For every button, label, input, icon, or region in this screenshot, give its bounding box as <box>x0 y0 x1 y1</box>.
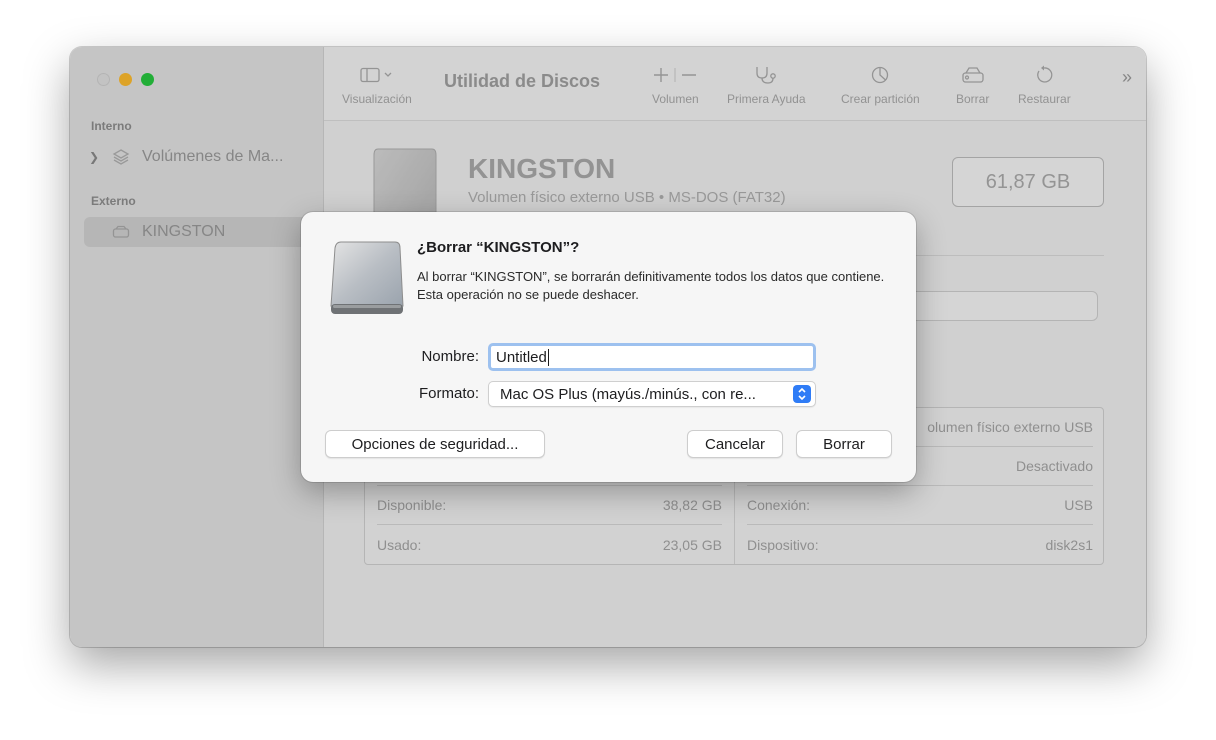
external-drive-icon <box>329 240 405 318</box>
security-options-button[interactable]: Opciones de seguridad... <box>325 430 545 458</box>
text-caret <box>547 348 549 366</box>
format-select[interactable]: Mac OS Plus (mayús./minús., con re... <box>488 381 816 407</box>
dialog-title: ¿Borrar “KINGSTON”? <box>417 239 580 256</box>
erase-dialog: ¿Borrar “KINGSTON”? Al borrar “KINGSTON”… <box>301 212 916 482</box>
dialog-message: Al borrar “KINGSTON”, se borrarán defini… <box>417 269 885 302</box>
format-label: Formato: <box>418 385 479 402</box>
chevron-up-down-icon[interactable] <box>793 385 811 403</box>
confirm-erase-button[interactable]: Borrar <box>796 430 892 458</box>
name-label: Nombre: <box>421 348 479 365</box>
name-input[interactable]: Untitled <box>488 343 816 371</box>
cancel-button[interactable]: Cancelar <box>687 430 783 458</box>
